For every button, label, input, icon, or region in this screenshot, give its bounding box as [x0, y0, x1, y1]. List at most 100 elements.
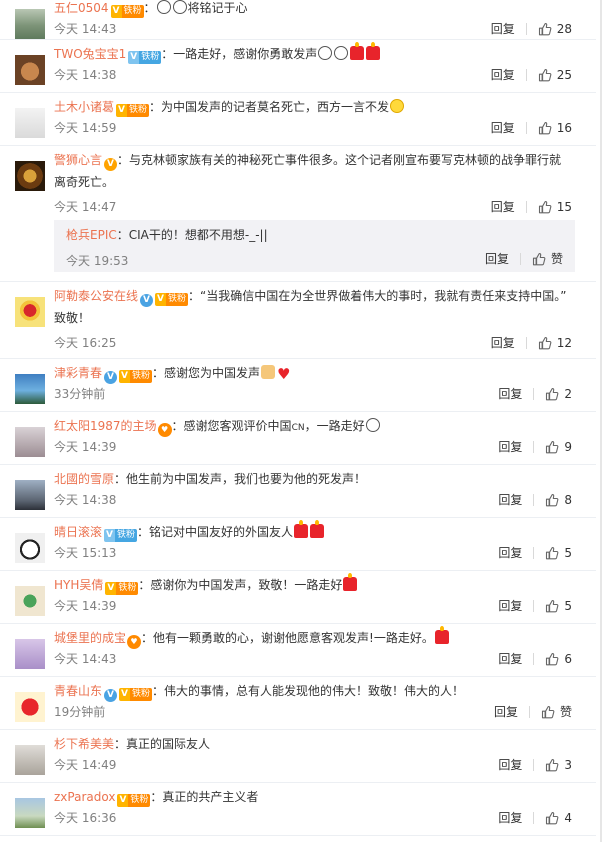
reply-button[interactable]: 回复 [494, 703, 518, 720]
comment-text: 城堡里的成宝 ♥ ：他有一颗勇敢的心，谢谢他愿意客观发声!一路走好。 [54, 626, 572, 649]
like-button[interactable]: 9 [545, 440, 572, 454]
comment-actions: 回复 5 [498, 597, 572, 614]
avatar[interactable] [15, 55, 45, 85]
like-count: 15 [556, 199, 572, 214]
username-link[interactable]: 城堡里的成宝 [54, 631, 126, 645]
comment-item: HYH吴倩 V 铁粉 ：感谢你为中国发声，致敬！一路走好 今天 14:39 回复 5 [0, 571, 596, 624]
like-button[interactable]: 28 [538, 22, 572, 36]
cool-emoji-icon [390, 99, 405, 113]
comment-body: ：他生前为中国发声，我们也要为他的死发声！ [114, 472, 367, 486]
comment-actions: 回复 5 [498, 544, 572, 561]
comment-item: 津彩青春 V V 铁粉 ：感谢您为中国发声 ♥ 33分钟前 回复 2 [0, 359, 596, 412]
username-link[interactable]: 阿勒泰公安在线 [54, 289, 138, 303]
avatar[interactable] [15, 639, 45, 669]
comment-actions: 回复 3 [498, 756, 572, 773]
reply-button[interactable]: 回复 [498, 544, 522, 561]
verified-blue-icon: V [104, 689, 118, 702]
reply-username-link[interactable]: 枪兵EPIC [66, 228, 117, 242]
like-button[interactable]: 8 [545, 493, 572, 507]
reply-button[interactable]: 回复 [491, 198, 515, 215]
like-button[interactable]: 12 [538, 336, 572, 350]
reply-button[interactable]: 回复 [485, 250, 509, 267]
thumb-emoji-icon [261, 365, 276, 379]
thumb-up-icon [546, 599, 559, 612]
username-link[interactable]: 红太阳1987的主场 [54, 419, 157, 433]
like-button[interactable]: 4 [545, 811, 572, 825]
like-count: 赞 [559, 705, 572, 719]
cry-emoji-icon [318, 46, 333, 60]
avatar[interactable] [15, 374, 45, 404]
candle-emoji-icon [294, 520, 309, 538]
avatar[interactable] [15, 108, 45, 138]
reply-button[interactable]: 回复 [498, 650, 522, 667]
username-link[interactable]: 津彩青春 [54, 366, 102, 380]
username-link[interactable]: zxParadox [54, 790, 115, 804]
fan-badge-label: 铁粉 [126, 104, 149, 117]
username-link[interactable]: 北國的雪原 [54, 472, 114, 486]
like-button[interactable]: 25 [538, 68, 572, 82]
like-button[interactable]: 2 [545, 387, 572, 401]
reply-box: 枪兵EPIC：CIA干的！想都不用想-_-|| 今天 19:53 回复 赞 [54, 220, 575, 272]
divider [533, 758, 535, 771]
reply-button[interactable]: 回复 [498, 809, 522, 826]
reply-button[interactable]: 回复 [491, 66, 515, 83]
username-link[interactable]: 土木小诸葛 [54, 100, 114, 114]
avatar[interactable] [15, 745, 45, 775]
divider [533, 387, 535, 400]
verified-blue-icon: V [104, 371, 118, 384]
avatar[interactable] [15, 297, 45, 327]
avatar-image [15, 9, 45, 39]
username-link[interactable]: 警狮心言 [54, 153, 102, 167]
username-link[interactable]: TWO兔宝宝1 [54, 47, 126, 61]
reply-button[interactable]: 回复 [498, 491, 522, 508]
avatar[interactable] [15, 798, 45, 828]
thumb-up-icon [538, 336, 552, 349]
username-link[interactable]: 杉下希美美 [54, 737, 114, 751]
like-button[interactable]: 5 [545, 599, 572, 613]
avatar[interactable] [15, 480, 45, 510]
reply-button[interactable]: 回复 [498, 438, 522, 455]
comment-time: 今天 14:38 [54, 493, 117, 507]
fan-badge-icon: V 铁粉 [119, 370, 152, 383]
reply-button[interactable]: 回复 [498, 385, 522, 402]
comment-text: zxParadox V 铁粉 ：真正的共产主义者 [54, 786, 572, 808]
avatar[interactable] [15, 692, 45, 722]
fan-badge-label: 铁粉 [129, 370, 152, 383]
like-button[interactable]: 16 [538, 121, 572, 135]
fan-level: V [155, 293, 166, 306]
reply-button[interactable]: 回复 [498, 597, 522, 614]
comment-actions: 回复 赞 [485, 250, 563, 267]
comment-item: 红太阳1987的主场 ♥ ：感谢您客观评价中国CN，一路走好 今天 14:39 回复 9 [0, 412, 596, 465]
like-button[interactable]: 赞 [541, 703, 572, 720]
thumb-up-icon [538, 68, 552, 81]
username-link[interactable]: HYH吴倩 [54, 578, 103, 592]
reply-button[interactable]: 回复 [491, 334, 515, 351]
like-button[interactable]: 15 [538, 200, 572, 214]
like-button[interactable]: 3 [545, 758, 572, 772]
reply-button[interactable]: 回复 [491, 20, 515, 37]
like-count: 8 [564, 492, 572, 507]
reply-button[interactable]: 回复 [498, 756, 522, 773]
username-link[interactable]: 晴日滚滚 [54, 525, 102, 539]
avatar[interactable] [15, 9, 45, 39]
like-button[interactable]: 6 [545, 652, 572, 666]
avatar[interactable] [15, 161, 45, 191]
avatar[interactable] [15, 586, 45, 616]
like-count: 25 [556, 67, 572, 82]
reply-button[interactable]: 回复 [491, 119, 515, 136]
username-link[interactable]: 青春山东 [54, 684, 102, 698]
like-button[interactable]: 5 [545, 546, 572, 560]
comment-text: 土木小诸葛 V 铁粉 ：为中国发声的记者莫名死亡，西方一言不发 [54, 96, 572, 118]
like-button[interactable]: 赞 [532, 250, 563, 267]
comment-item: 阿勒泰公安在线 V V 铁粉 ：“当我确信中国在为全世界做着伟大的事时，我就有责任来支持… [0, 282, 596, 359]
divider [525, 68, 527, 81]
comment-time: 今天 16:36 [54, 811, 117, 825]
comment-list: 五仁0504 V 铁粉：将铭记于心 今天 14:43 回复 28 TWO兔宝宝1 V 铁粉 ：一路… [0, 0, 596, 836]
username-link[interactable]: 五仁0504 [54, 1, 109, 15]
thumb-up-icon [546, 493, 559, 506]
comment-body-tail: 将铭记于心 [187, 1, 248, 15]
divider [533, 652, 535, 665]
avatar[interactable] [15, 533, 45, 563]
avatar[interactable] [15, 427, 45, 457]
comment-actions: 回复 25 [491, 66, 572, 83]
